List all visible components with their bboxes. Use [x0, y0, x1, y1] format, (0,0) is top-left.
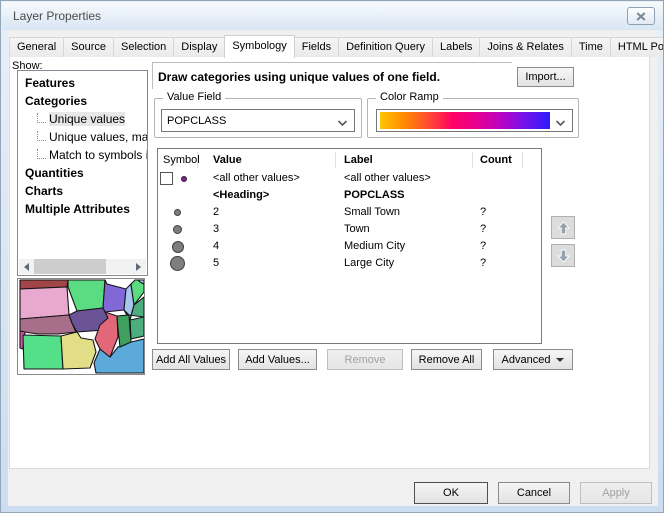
- all-other-values-symbol[interactable]: [181, 176, 187, 182]
- map-preview-thumbnail: [18, 279, 144, 374]
- remove-button: Remove: [327, 349, 403, 370]
- color-ramp-gradient: [380, 112, 550, 129]
- table-row[interactable]: <all other values> <all other values>: [158, 170, 541, 187]
- tab-html-popup[interactable]: HTML Popup: [610, 37, 664, 57]
- tab-fields[interactable]: Fields: [294, 37, 339, 57]
- close-button[interactable]: [627, 7, 655, 25]
- table-header-row: Symbol Value Label Count: [158, 150, 541, 170]
- chevron-down-icon: [555, 118, 566, 130]
- advanced-button-label: Advanced: [502, 354, 551, 366]
- all-other-values-checkbox[interactable]: [160, 172, 173, 185]
- tree-item-categories[interactable]: Categories: [18, 92, 147, 110]
- table-row[interactable]: 5 Large City ?: [158, 255, 541, 272]
- tree-connector: [37, 149, 46, 159]
- tree-item-features[interactable]: Features: [18, 74, 147, 92]
- category-symbol-dot[interactable]: [174, 209, 181, 216]
- category-symbol-dot[interactable]: [170, 256, 185, 271]
- scroll-right-arrow[interactable]: [131, 259, 146, 274]
- tree-item-quantities[interactable]: Quantities: [18, 164, 147, 182]
- tab-joins-relates[interactable]: Joins & Relates: [479, 37, 571, 57]
- value-field-label: Value Field: [163, 91, 225, 103]
- tree-item-multiple-attributes[interactable]: Multiple Attributes: [18, 200, 147, 218]
- advanced-button[interactable]: Advanced: [493, 349, 573, 370]
- color-ramp-dropdown[interactable]: [376, 109, 573, 132]
- color-ramp-label: Color Ramp: [376, 91, 443, 103]
- column-header-value: Value: [198, 152, 336, 168]
- tree-item-unique-values-many[interactable]: Unique values, many: [18, 128, 147, 146]
- tree-connector: [37, 113, 46, 123]
- show-tree: Features Categories Unique values Unique…: [17, 70, 148, 276]
- window-title: Layer Properties: [13, 9, 101, 23]
- column-header-label: Label: [336, 152, 473, 168]
- up-arrow-icon: [557, 221, 570, 235]
- value-field-group: Value Field POPCLASS: [154, 98, 362, 138]
- titlebar: Layer Properties: [2, 2, 664, 30]
- tree-item-match-symbols[interactable]: Match to symbols in a: [18, 146, 147, 164]
- scroll-thumb[interactable]: [34, 259, 106, 274]
- table-row[interactable]: 3 Town ?: [158, 221, 541, 238]
- add-all-values-button[interactable]: Add All Values: [152, 349, 230, 370]
- scroll-left-arrow[interactable]: [19, 259, 34, 274]
- chevron-down-icon: [337, 118, 348, 130]
- remove-all-button[interactable]: Remove All: [411, 349, 482, 370]
- category-symbol-dot[interactable]: [172, 241, 184, 253]
- tab-display[interactable]: Display: [173, 37, 225, 57]
- move-down-button[interactable]: [551, 244, 575, 267]
- column-header-symbol: Symbol: [158, 152, 198, 168]
- value-field-dropdown[interactable]: POPCLASS: [161, 109, 355, 132]
- tab-labels[interactable]: Labels: [432, 37, 480, 57]
- dropdown-arrow-icon: [556, 358, 564, 366]
- tab-source[interactable]: Source: [63, 37, 114, 57]
- table-row[interactable]: <Heading> POPCLASS: [158, 187, 541, 204]
- left-arrow-icon: [24, 263, 29, 271]
- category-symbol-dot[interactable]: [173, 225, 182, 234]
- add-values-button[interactable]: Add Values...: [238, 349, 317, 370]
- table-row[interactable]: 2 Small Town ?: [158, 204, 541, 221]
- value-field-selected: POPCLASS: [167, 115, 226, 127]
- column-header-count: Count: [473, 152, 523, 168]
- close-icon: [636, 12, 646, 21]
- ok-button[interactable]: OK: [414, 482, 488, 504]
- tab-symbology[interactable]: Symbology: [224, 35, 294, 58]
- tree-horizontal-scrollbar[interactable]: [19, 259, 146, 274]
- tab-definition-query[interactable]: Definition Query: [338, 37, 433, 57]
- move-up-button[interactable]: [551, 216, 575, 239]
- right-arrow-icon: [136, 263, 141, 271]
- map-preview-image: [18, 279, 144, 374]
- tab-bar: General Source Selection Display Symbolo…: [9, 34, 664, 57]
- layer-properties-dialog: Layer Properties General Source Selectio…: [0, 0, 664, 513]
- down-arrow-icon: [557, 249, 570, 263]
- cancel-button[interactable]: Cancel: [498, 482, 570, 504]
- tree-connector: [37, 131, 46, 141]
- import-button[interactable]: Import...: [517, 67, 574, 87]
- table-row[interactable]: 4 Medium City ?: [158, 238, 541, 255]
- tree-item-charts[interactable]: Charts: [18, 182, 147, 200]
- color-ramp-group: Color Ramp: [367, 98, 579, 138]
- tab-time[interactable]: Time: [571, 37, 611, 57]
- categories-table: Symbol Value Label Count <all other valu…: [157, 148, 542, 344]
- tree-item-unique-values[interactable]: Unique values: [18, 110, 147, 128]
- apply-button: Apply: [580, 482, 652, 504]
- tab-general[interactable]: General: [9, 37, 64, 57]
- tab-selection[interactable]: Selection: [113, 37, 174, 57]
- method-description: Draw categories using unique values of o…: [152, 62, 512, 89]
- symbology-page: Show: Features Categories Unique values …: [9, 56, 650, 469]
